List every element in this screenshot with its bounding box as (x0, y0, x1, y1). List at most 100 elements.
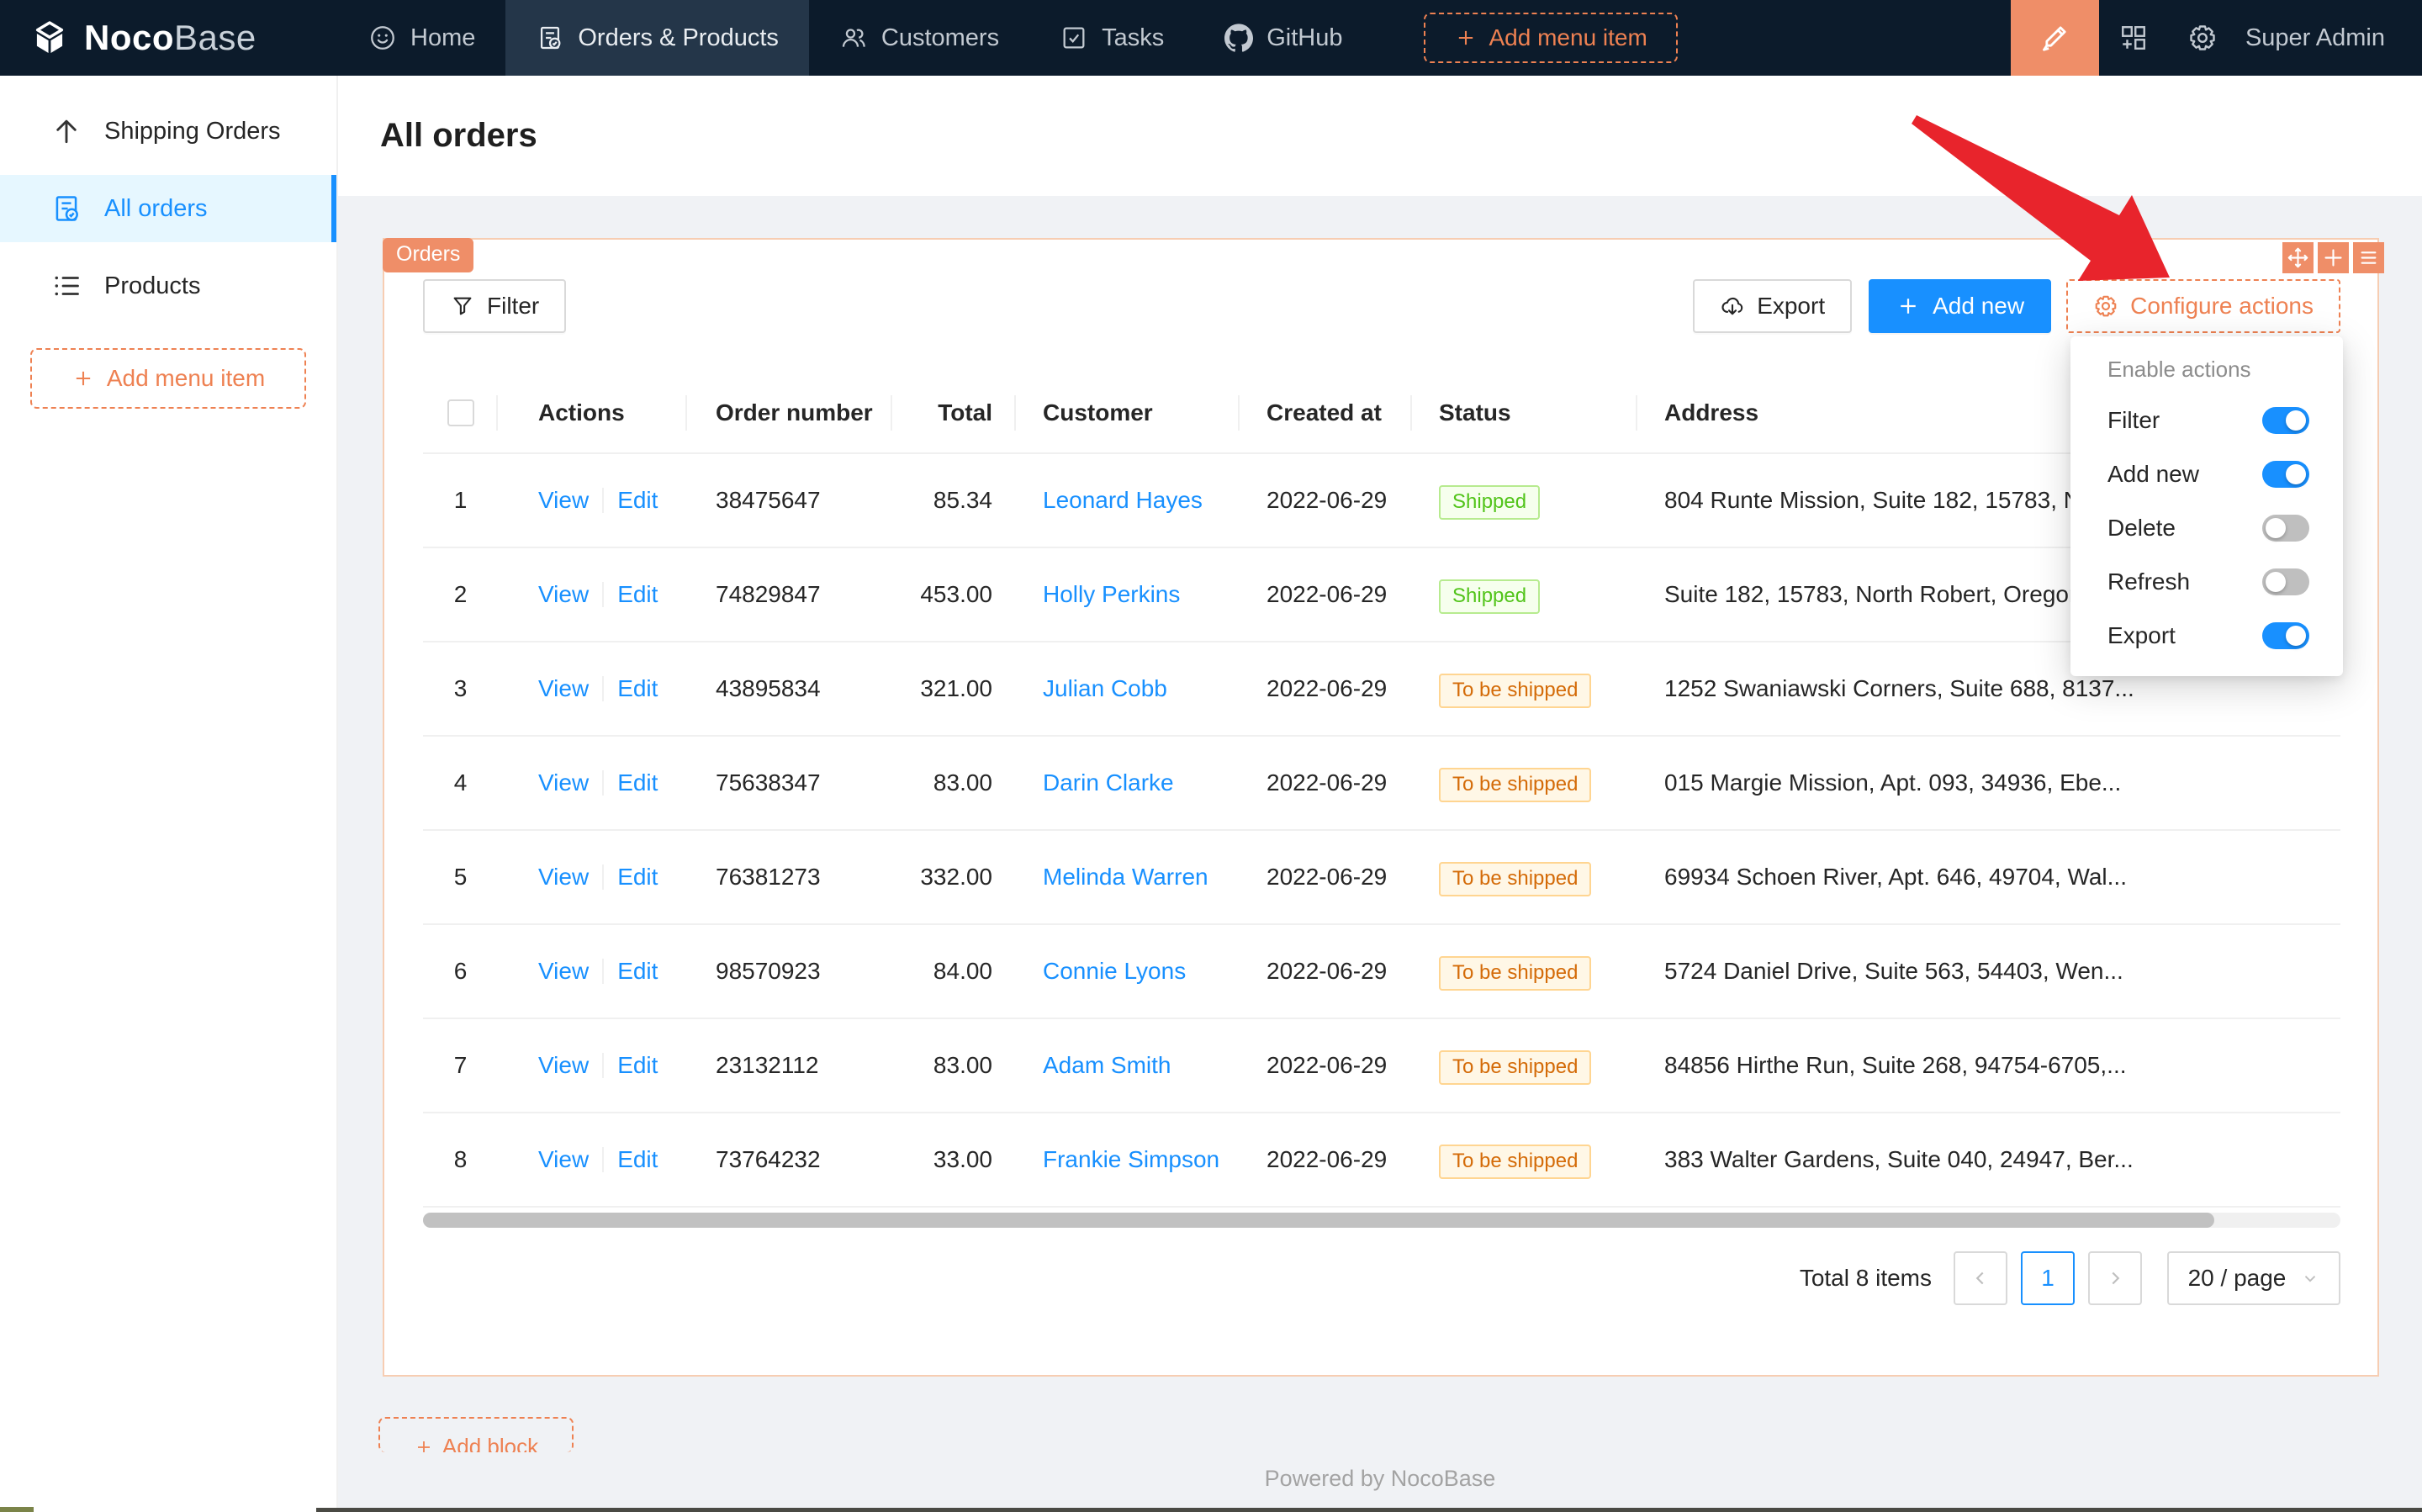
edit-link[interactable]: Edit (617, 864, 658, 891)
view-link[interactable]: View (538, 487, 589, 514)
nav-item-orders-products[interactable]: Orders & Products (505, 0, 809, 76)
plus-icon (414, 1437, 434, 1453)
sidebar-item-all-orders[interactable]: All orders (0, 175, 336, 242)
screen-bottom-edge (316, 1508, 2422, 1512)
nav-item-home[interactable]: Home (338, 0, 505, 76)
toggle-switch[interactable] (2262, 407, 2309, 434)
block-menu-icon[interactable] (2353, 242, 2384, 273)
enable-action-item[interactable]: Export (2070, 609, 2343, 663)
customer-link[interactable]: Connie Lyons (1043, 958, 1186, 984)
prev-page-button[interactable] (1954, 1251, 2007, 1305)
column-header-total[interactable]: Total (892, 373, 1016, 452)
view-link[interactable]: View (538, 769, 589, 796)
sidebar-item-shipping-orders[interactable]: Shipping Orders (0, 98, 336, 165)
view-link[interactable]: View (538, 675, 589, 702)
sidebar-item-label: All orders (104, 195, 208, 223)
export-button[interactable]: Export (1693, 279, 1852, 333)
user-menu[interactable]: Super Admin (2245, 24, 2385, 52)
edit-link[interactable]: Edit (617, 581, 658, 608)
configure-actions-button[interactable]: Configure actions (2066, 279, 2340, 333)
nav-item-tasks[interactable]: Tasks (1029, 0, 1194, 76)
customer-link[interactable]: Melinda Warren (1043, 864, 1208, 890)
settings-button[interactable] (2168, 0, 2237, 76)
customer-link[interactable]: Adam Smith (1043, 1052, 1171, 1078)
sidebar-add-menu-item-button[interactable]: Add menu item (30, 348, 306, 409)
toggle-switch[interactable] (2262, 568, 2309, 595)
edit-link[interactable]: Edit (617, 1146, 658, 1173)
pagination-total: Total 8 items (1800, 1265, 1932, 1292)
ui-editor-button[interactable] (2011, 0, 2099, 76)
toggle-knob (2286, 626, 2306, 646)
add-block-button[interactable]: Add block (378, 1417, 574, 1452)
edit-link[interactable]: Edit (617, 675, 658, 702)
view-link[interactable]: View (538, 1052, 589, 1079)
select-all-checkbox-cell (423, 373, 498, 452)
list-icon (50, 270, 82, 302)
tasks-check-square-icon (1060, 24, 1088, 52)
edit-link[interactable]: Edit (617, 487, 658, 514)
edit-link[interactable]: Edit (617, 1052, 658, 1079)
edit-link[interactable]: Edit (617, 769, 658, 796)
pagination: Total 8 items 1 20 / page (423, 1251, 2340, 1305)
address-cell: 015 Margie Mission, Apt. 093, 34936, Ebe… (1637, 769, 2340, 796)
add-new-button[interactable]: Add new (1869, 279, 2051, 333)
enable-action-item[interactable]: Filter (2070, 394, 2343, 447)
row-index: 7 (423, 1052, 498, 1079)
customer-link[interactable]: Frankie Simpson (1043, 1146, 1219, 1172)
status-badge: Shipped (1439, 579, 1540, 614)
column-header-actions[interactable]: Actions (498, 373, 687, 452)
customer-link[interactable]: Leonard Hayes (1043, 487, 1203, 513)
github-icon (1224, 24, 1253, 52)
customer-cell: Holly Perkins (1016, 581, 1240, 608)
scrollbar-thumb[interactable] (423, 1213, 2214, 1228)
add-block-plus-icon[interactable] (2318, 242, 2349, 273)
enable-action-item[interactable]: Add new (2070, 447, 2343, 501)
column-header-created-at[interactable]: Created at (1240, 373, 1412, 452)
customer-link[interactable]: Holly Perkins (1043, 581, 1180, 607)
customer-link[interactable]: Darin Clarke (1043, 769, 1174, 796)
nav-item-customers[interactable]: Customers (809, 0, 1029, 76)
navbar-add-menu-item-button[interactable]: Add menu item (1424, 13, 1678, 63)
row-actions: View Edit (498, 1052, 687, 1079)
status-cell: To be shipped (1412, 675, 1637, 702)
customer-link[interactable]: Julian Cobb (1043, 675, 1167, 701)
page-size-select[interactable]: 20 / page (2167, 1251, 2340, 1305)
created-at-cell: 2022-06-29 (1240, 1052, 1412, 1079)
view-link[interactable]: View (538, 864, 589, 891)
view-link[interactable]: View (538, 958, 589, 985)
toggle-switch[interactable] (2262, 622, 2309, 649)
view-link[interactable]: View (538, 1146, 589, 1173)
row-index: 6 (423, 958, 498, 985)
total-cell: 332.00 (892, 864, 1016, 891)
row-actions: View Edit (498, 769, 687, 796)
edit-link[interactable]: Edit (617, 958, 658, 985)
total-cell: 85.34 (892, 487, 1016, 514)
drag-handle-icon[interactable] (2282, 242, 2314, 273)
table-row: 4ViewEdit7563834783.00Darin Clarke2022-0… (423, 737, 2340, 831)
column-header-customer[interactable]: Customer (1016, 373, 1240, 452)
toggle-knob (2266, 518, 2286, 538)
horizontal-scrollbar (423, 1213, 2340, 1228)
logo[interactable]: NocoBase (0, 18, 338, 58)
column-header-status[interactable]: Status (1412, 373, 1637, 452)
toggle-switch[interactable] (2262, 461, 2309, 488)
add-menu-item-label: Add menu item (1489, 24, 1647, 51)
enable-action-item[interactable]: Delete (2070, 501, 2343, 555)
address-cell: 383 Walter Gardens, Suite 040, 24947, Be… (1637, 1146, 2340, 1173)
page-number-button[interactable]: 1 (2021, 1251, 2075, 1305)
plugin-manager-button[interactable] (2099, 0, 2168, 76)
view-link[interactable]: View (538, 581, 589, 608)
row-index: 4 (423, 769, 498, 796)
sidebar-item-products[interactable]: Products (0, 252, 336, 320)
column-header-order-number[interactable]: Order number (687, 373, 892, 452)
action-divider (602, 959, 604, 984)
select-all-checkbox[interactable] (447, 399, 474, 426)
enable-action-item[interactable]: Refresh (2070, 555, 2343, 609)
toggle-switch[interactable] (2262, 515, 2309, 542)
nav-item-github[interactable]: GitHub (1194, 0, 1372, 76)
navbar-right: Super Admin (2011, 0, 2422, 76)
filter-button[interactable]: Filter (423, 279, 566, 333)
total-cell: 453.00 (892, 581, 1016, 608)
nav-item-label: Customers (881, 24, 999, 52)
next-page-button[interactable] (2088, 1251, 2142, 1305)
